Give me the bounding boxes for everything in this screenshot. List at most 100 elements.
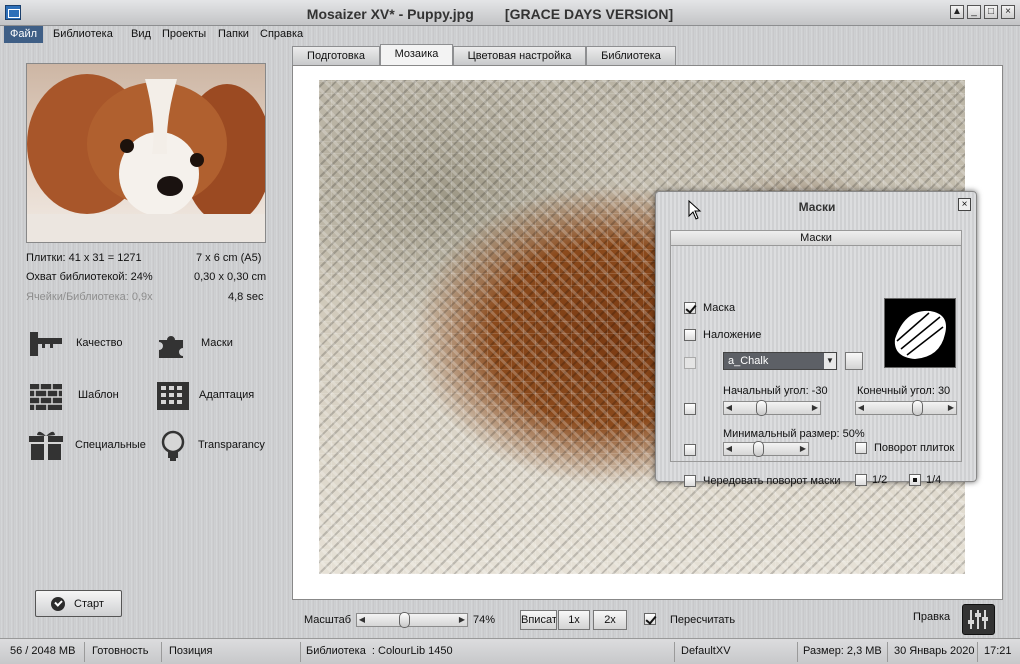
adaptation-tool[interactable]: Адаптация	[155, 378, 265, 414]
close-button[interactable]: ×	[1001, 5, 1015, 19]
chalk-mask-image	[894, 310, 946, 359]
arrow-right-icon[interactable]: ▶	[798, 443, 808, 455]
mask-checkbox[interactable]	[684, 302, 696, 314]
status-separator	[300, 642, 301, 662]
menu-library[interactable]: Библиотека	[47, 26, 119, 43]
alternate-rotation-checkbox[interactable]	[684, 475, 696, 487]
start-label: Старт	[74, 598, 104, 610]
masks-label: Маски	[201, 337, 233, 349]
zoom-label: Масштаб	[304, 614, 352, 626]
edit-label: Правка	[913, 611, 951, 623]
masks-panel: Маски Маска Наложение a_Chalk ▼ Начальный…	[670, 230, 962, 487]
minimize-button[interactable]: _	[967, 5, 981, 19]
end-angle-slider[interactable]: ◀ ▶	[855, 400, 957, 416]
preset-status: DefaultXV	[681, 645, 731, 657]
mask-preview	[884, 298, 956, 368]
min-size-checkbox[interactable]	[684, 444, 696, 456]
quarter-label: 1/4	[926, 474, 942, 486]
status-separator	[977, 642, 978, 662]
special-tool[interactable]: Специальные	[28, 428, 148, 464]
maximize-button[interactable]: □	[984, 5, 998, 19]
library-coverage: Охват библиотекой: 24%	[26, 271, 153, 283]
menu-projects[interactable]: Проекты	[156, 26, 212, 43]
grid-icon	[157, 382, 189, 410]
angle-checkbox[interactable]	[684, 403, 696, 415]
ruler-icon	[30, 332, 62, 356]
status-separator	[797, 642, 798, 662]
arrow-left-icon[interactable]: ◀	[724, 402, 734, 414]
mask-select[interactable]: a_Chalk ▼	[723, 352, 837, 370]
masks-dialog: Маски × Маски Маска Наложение a_Chalk ▼ Н…	[655, 191, 977, 487]
mask-select-checkbox[interactable]	[684, 357, 696, 369]
zoom-1x-button[interactable]: 1x	[558, 610, 590, 630]
dialog-title: Маски	[798, 200, 836, 214]
tile-size: 0,30 x 0,30 cm	[194, 271, 267, 283]
template-label: Шаблон	[78, 389, 119, 401]
transparency-tool[interactable]: Transparancy	[155, 428, 270, 464]
edit-button[interactable]	[962, 604, 995, 635]
tab-preparation[interactable]: Подготовка	[292, 46, 380, 66]
recalculate-checkbox[interactable]	[644, 613, 656, 625]
menu-help[interactable]: Справка	[254, 26, 309, 43]
menu-bar: Файл Библиотека Вид Проекты Папки Справк…	[0, 26, 1020, 44]
dialog-close-button[interactable]: ×	[958, 198, 971, 211]
cells-library-ratio: Ячейки/Библиотека: 0,9x	[26, 291, 153, 303]
equalizer-icon	[968, 610, 988, 629]
quality-tool[interactable]: Качество	[28, 326, 138, 362]
tiles-count: Плитки: 41 x 31 = 1271	[26, 252, 142, 264]
bricks-icon	[30, 384, 62, 410]
tab-library[interactable]: Библиотека	[586, 46, 676, 66]
adaptation-label: Адаптация	[199, 389, 255, 401]
date-status: 30 Январь 2020	[894, 645, 975, 657]
mask-select-value: a_Chalk	[728, 355, 769, 367]
half-checkbox[interactable]	[855, 474, 867, 486]
template-tool[interactable]: Шаблон	[28, 378, 138, 414]
start-angle-slider[interactable]: ◀ ▶	[723, 400, 821, 416]
arrow-left-icon[interactable]: ◀	[724, 443, 734, 455]
memory-status: 56 / 2048 MB	[10, 645, 76, 657]
start-button[interactable]: Старт	[35, 590, 122, 617]
window-title: Mosaizer XV* - Puppy.jpg [GRACE DAYS VER…	[306, 6, 674, 22]
mask-label: Маска	[703, 302, 736, 314]
status-bar: 56 / 2048 MB Готовность Позиция Библиоте…	[0, 638, 1020, 664]
zoom-2x-button[interactable]: 2x	[593, 610, 627, 630]
masks-tool[interactable]: Маски	[155, 326, 265, 362]
status-separator	[84, 642, 85, 662]
menu-folders[interactable]: Папки	[212, 26, 255, 43]
arrow-left-icon[interactable]: ◀	[856, 402, 866, 414]
chevron-down-icon[interactable]: ▼	[824, 353, 836, 369]
quarter-radio[interactable]	[909, 474, 921, 486]
rollup-button[interactable]: ▲	[950, 5, 964, 19]
rotate-tiles-checkbox[interactable]	[855, 442, 867, 454]
puppy-image	[27, 74, 265, 242]
zoom-value: 74%	[473, 614, 496, 626]
special-label: Специальные	[75, 439, 146, 451]
fit-button[interactable]: Вписать	[520, 610, 557, 630]
end-angle-label: Конечный угол: 30	[857, 385, 951, 397]
menu-view[interactable]: Вид	[125, 26, 157, 43]
arrow-right-icon[interactable]: ▶	[946, 402, 956, 414]
slider-thumb[interactable]	[755, 400, 767, 416]
tab-mosaic[interactable]: Мозаика	[380, 44, 453, 66]
check-circle-icon	[51, 597, 65, 611]
arrow-right-icon[interactable]: ▶	[457, 614, 467, 626]
arrow-right-icon[interactable]: ▶	[810, 402, 820, 414]
arrow-left-icon[interactable]: ◀	[357, 614, 367, 626]
min-size-slider[interactable]: ◀ ▶	[723, 441, 809, 457]
print-size: 7 x 6 cm (A5)	[196, 252, 262, 264]
time-status: 17:21	[984, 645, 1012, 657]
overlay-checkbox[interactable]	[684, 329, 696, 341]
zoom-slider[interactable]: ◀ ▶	[356, 612, 468, 628]
slider-thumb[interactable]	[752, 441, 764, 457]
overlay-label: Наложение	[703, 329, 762, 341]
menu-file[interactable]: Файл	[4, 26, 44, 43]
min-size-label: Минимальный размер: 50%	[723, 428, 865, 440]
slider-thumb[interactable]	[912, 400, 923, 416]
puzzle-icon	[159, 336, 183, 358]
gift-icon	[29, 431, 63, 460]
rotate-tiles-label: Поворот плиток	[874, 442, 955, 454]
tab-color-settings[interactable]: Цветовая настройка	[453, 46, 586, 66]
mask-browse-button[interactable]	[845, 352, 863, 370]
title-bar: Mosaizer XV* - Puppy.jpg [GRACE DAYS VER…	[0, 0, 1020, 26]
slider-thumb[interactable]	[399, 612, 411, 628]
